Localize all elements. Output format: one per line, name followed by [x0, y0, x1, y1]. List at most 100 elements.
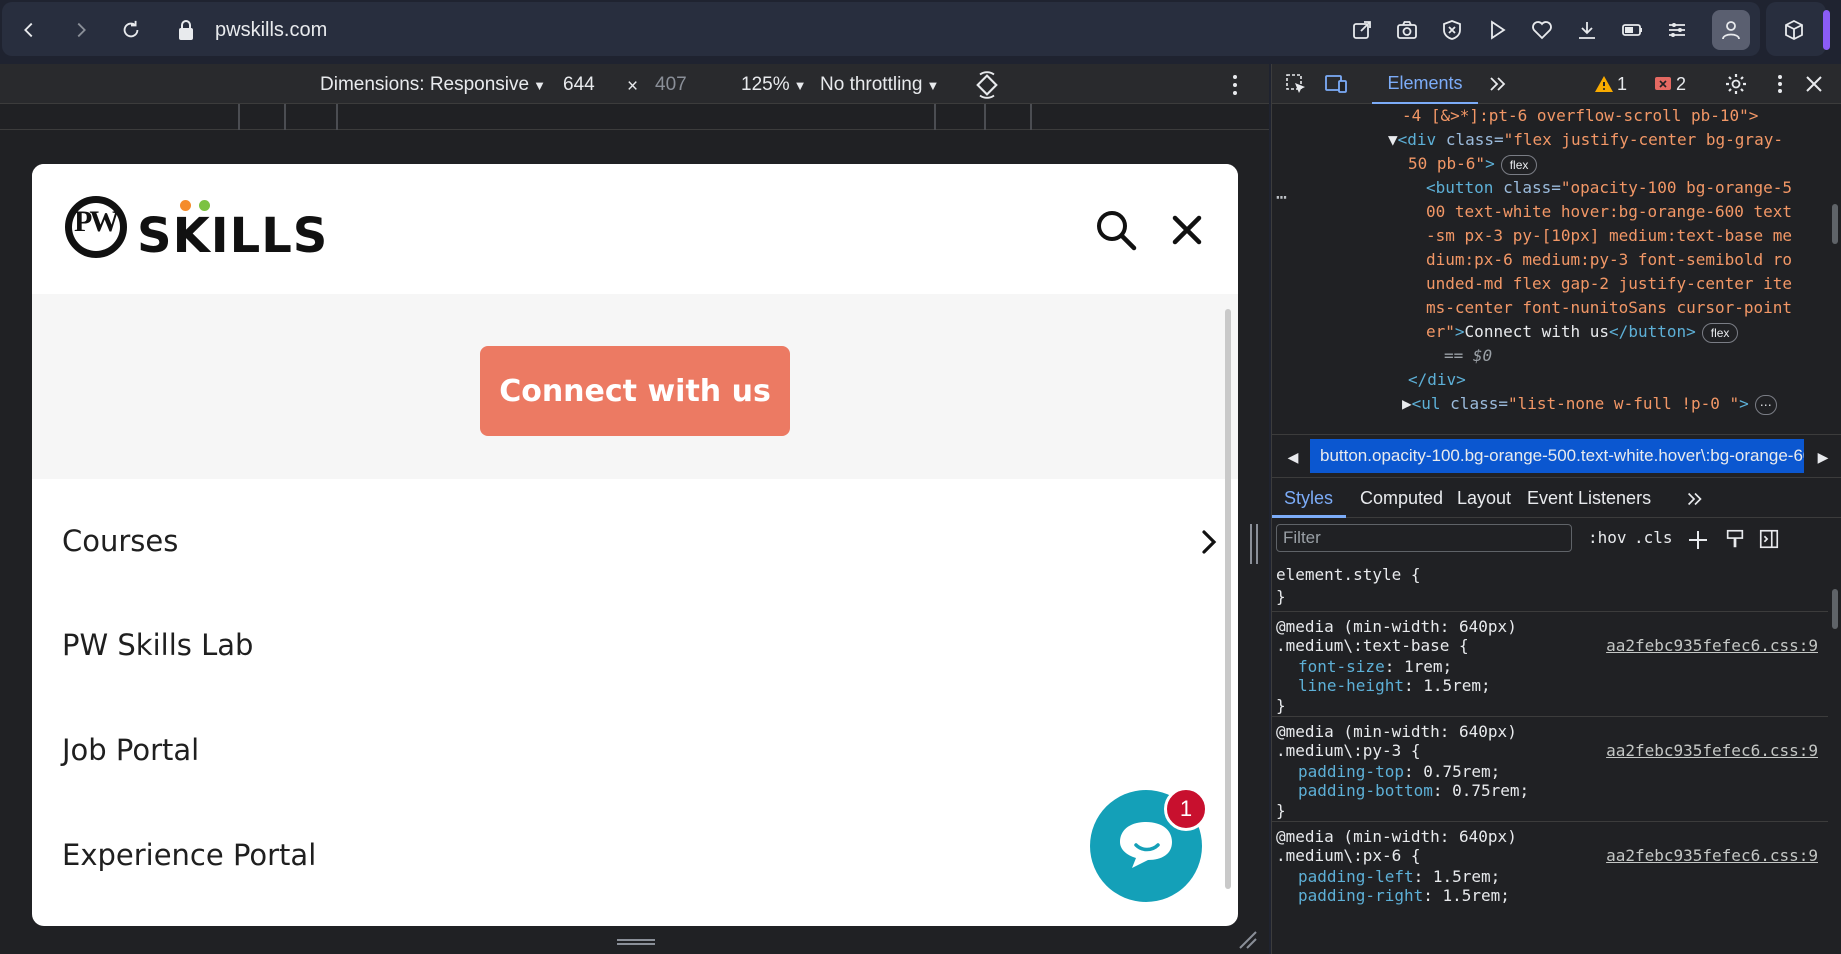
easy-setup-button[interactable] [1663, 16, 1691, 44]
settings-gear-icon[interactable] [1724, 72, 1748, 96]
add-rule-icon[interactable] [1686, 528, 1710, 552]
flex-badge[interactable]: flex [1701, 323, 1739, 343]
cta-section: Connect with us [32, 294, 1238, 479]
rule-source-link[interactable]: aa2febc935fefec6.css:9 [1606, 845, 1818, 867]
player-button[interactable] [1483, 16, 1511, 44]
logo-mark-text: PW [74, 205, 119, 238]
resize-corner-icon[interactable] [1236, 928, 1258, 950]
dom-line[interactable]: 00 text-white hover:bg-orange-600 text [1426, 200, 1792, 225]
screenshot-button[interactable] [1393, 16, 1421, 44]
rule-property[interactable]: padding-bottom: 0.75rem; [1298, 780, 1529, 802]
downloads-button[interactable] [1573, 16, 1601, 44]
tab-styles[interactable]: Styles [1284, 488, 1333, 509]
menu-item-pw-skills-lab[interactable]: PW Skills Lab [62, 616, 1222, 676]
hov-toggle[interactable]: :hov [1588, 528, 1627, 547]
dom-line[interactable]: ms-center font-nunitoSans cursor-point [1426, 296, 1792, 321]
styles-scrollbar[interactable] [1832, 589, 1838, 629]
more-subtabs-icon[interactable] [1684, 488, 1706, 510]
chevron-right-icon [1202, 530, 1217, 554]
favorites-button[interactable] [1528, 16, 1556, 44]
lock-icon[interactable] [176, 19, 196, 41]
breadcrumb-item[interactable]: button.opacity-100.bg-orange-500.text-wh… [1310, 439, 1804, 473]
error-icon[interactable] [1654, 75, 1672, 93]
connect-with-us-button[interactable]: Connect with us [480, 346, 790, 436]
dom-node-button[interactable]: <button class="opacity-100 bg-orange-5 [1426, 176, 1792, 201]
tab-layout[interactable]: Layout [1457, 488, 1511, 509]
tab-computed[interactable]: Computed [1360, 488, 1443, 509]
width-input[interactable]: 644 [563, 74, 595, 96]
resize-handle-bottom[interactable] [617, 938, 655, 946]
rule-property[interactable]: padding-right: 1.5rem; [1298, 885, 1510, 907]
dom-line[interactable]: -sm px-3 py-[10px] medium:text-base me [1426, 224, 1792, 249]
tab-elements[interactable]: Elements [1372, 64, 1478, 104]
breadcrumb-right-icon[interactable]: ▶ [1808, 441, 1838, 473]
play-icon [1491, 20, 1506, 40]
css-rule[interactable]: @media (min-width: 640px) .medium\:py-3 … [1272, 717, 1828, 822]
sidebar-accent[interactable] [1823, 10, 1830, 50]
battery-saver-button[interactable] [1618, 16, 1646, 44]
throttling-dropdown[interactable]: No throttling ▼ [820, 74, 939, 96]
forward-button[interactable] [66, 15, 96, 45]
close-devtools-icon[interactable] [1802, 72, 1826, 96]
menu-item-label: Job Portal [62, 733, 200, 767]
more-tabs-icon[interactable] [1486, 72, 1510, 96]
sidebar-toggle-icon[interactable] [1758, 528, 1780, 550]
resize-handle-right[interactable] [1248, 524, 1260, 564]
reload-button[interactable] [116, 15, 146, 45]
inspect-element-icon[interactable] [1284, 72, 1308, 96]
dom-line[interactable]: -4 [&>*]:pt-6 overflow-scroll pb-10"> [1402, 104, 1758, 129]
rule-source-link[interactable]: aa2febc935fefec6.css:9 [1606, 635, 1818, 657]
breadcrumb-left-icon[interactable]: ◀ [1278, 441, 1308, 473]
dom-line[interactable]: unded-md flex gap-2 justify-center ite [1426, 272, 1792, 297]
css-rule[interactable]: @media (min-width: 640px) .medium\:text-… [1272, 612, 1828, 717]
collapsed-children-badge[interactable]: ⋯ [1754, 395, 1777, 415]
rule-source-link[interactable]: aa2febc935fefec6.css:9 [1606, 740, 1818, 762]
tab-event-listeners[interactable]: Event Listeners [1527, 488, 1651, 509]
device-toggle-icon[interactable] [1324, 72, 1348, 96]
menu-item-experience-portal[interactable]: Experience Portal [62, 826, 1222, 886]
paint-brush-icon[interactable] [1724, 528, 1746, 550]
dom-line[interactable]: 50 pb-6"> flex [1408, 152, 1538, 177]
dimensions-dropdown[interactable]: Dimensions: Responsive ▼ [320, 74, 546, 96]
devtools-menu-icon[interactable] [1768, 72, 1792, 96]
ruler-tick [934, 104, 936, 130]
more-options-icon[interactable] [1228, 73, 1242, 97]
heart-icon [1532, 21, 1552, 40]
rotate-icon[interactable] [973, 71, 1001, 99]
css-rule[interactable]: @media (min-width: 640px) .medium\:px-6 … [1272, 822, 1828, 927]
url-text[interactable]: pwskills.com [215, 19, 327, 42]
dom-line[interactable]: </div> [1408, 368, 1466, 393]
media-query-ruler[interactable] [0, 104, 1269, 130]
zoom-dropdown[interactable]: 125% ▼ [741, 74, 806, 96]
page-scrollbar[interactable] [1225, 309, 1231, 889]
share-button[interactable] [1348, 16, 1376, 44]
menu-item-job-portal[interactable]: Job Portal [62, 721, 1222, 781]
extensions-button[interactable] [1780, 16, 1808, 44]
rule-property[interactable]: line-height: 1.5rem; [1298, 675, 1491, 697]
rule-brace: } [1276, 587, 1286, 606]
back-button[interactable] [14, 15, 44, 45]
node-actions-ellipsis[interactable]: ⋯ [1276, 186, 1287, 211]
warning-count[interactable]: 1 [1617, 74, 1627, 95]
dom-line[interactable]: dium:px-6 medium:py-3 font-semibold ro [1426, 248, 1792, 273]
menu-item-label: Courses [62, 524, 179, 558]
height-input[interactable]: 407 [655, 74, 687, 96]
dom-node-div[interactable]: ▼<div class="flex justify-center bg-gray… [1388, 128, 1783, 153]
pw-skills-logo[interactable]: PW SKILLS [65, 196, 327, 266]
cls-toggle[interactable]: .cls [1634, 528, 1673, 547]
search-icon[interactable] [1094, 208, 1138, 252]
rule-selector: element.style { [1276, 565, 1421, 584]
adblock-button[interactable] [1438, 16, 1466, 44]
dom-tree-scrollbar[interactable] [1832, 204, 1838, 244]
warning-icon[interactable] [1594, 74, 1614, 94]
close-icon[interactable] [1167, 210, 1207, 250]
element-breadcrumb: ◀ button.opacity-100.bg-orange-500.text-… [1272, 434, 1841, 478]
error-count[interactable]: 2 [1676, 74, 1686, 95]
dom-line[interactable]: er">Connect with us</button> flex [1426, 320, 1739, 345]
dom-node-ul[interactable]: ▶<ul class="list-none w-full !p-0 "> ⋯ [1402, 392, 1777, 417]
menu-item-courses[interactable]: Courses [62, 512, 1222, 572]
flex-badge[interactable]: flex [1500, 155, 1538, 175]
css-rule-element-style[interactable]: element.style { } [1272, 558, 1828, 612]
styles-filter-input[interactable] [1276, 524, 1572, 552]
profile-button[interactable] [1712, 10, 1750, 50]
